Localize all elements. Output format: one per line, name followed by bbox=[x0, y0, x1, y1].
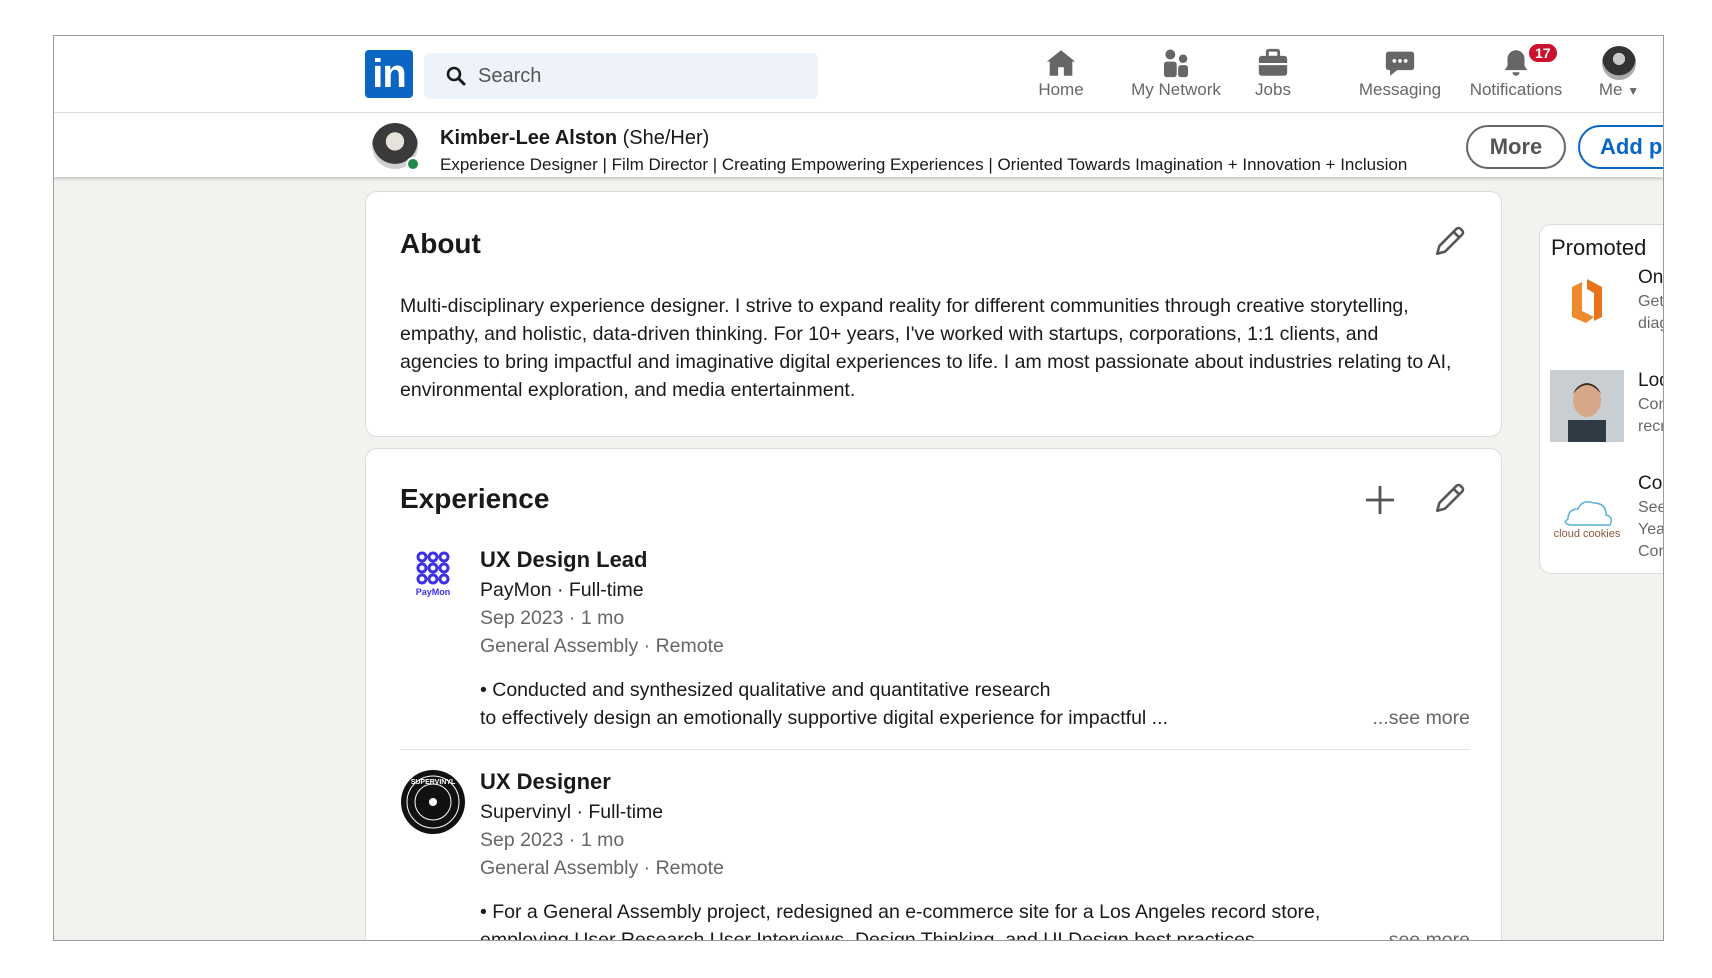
job-description-line-1: • For a General Assembly project, redesi… bbox=[480, 901, 1321, 923]
job-location: General Assembly · Remote bbox=[480, 857, 724, 879]
job-title[interactable]: UX Designer bbox=[480, 769, 611, 795]
job-location: General Assembly · Remote bbox=[480, 635, 724, 657]
nav-messaging-label: Messaging bbox=[1358, 80, 1442, 99]
cloud-cookies-logo-text: cloud cookies bbox=[1554, 528, 1621, 540]
search-bar[interactable] bbox=[424, 53, 818, 99]
pencil-icon[interactable] bbox=[1433, 481, 1467, 515]
nav-home-label: Home bbox=[1038, 80, 1084, 99]
people-icon bbox=[1163, 49, 1189, 78]
nav-notifications[interactable]: 17 Notifications bbox=[1464, 42, 1568, 106]
see-more-link[interactable]: ...see more bbox=[1372, 929, 1470, 940]
nav-jobs-label: Jobs bbox=[1255, 80, 1291, 99]
nav-messaging[interactable]: Messaging bbox=[1354, 46, 1446, 106]
about-title: About bbox=[400, 228, 481, 259]
promo-subtitle: See bbox=[1638, 499, 1664, 516]
add-icon[interactable] bbox=[1363, 483, 1397, 517]
paymon-logo-text: PayMon bbox=[416, 587, 451, 597]
linkedin-logo[interactable]: in bbox=[365, 50, 413, 98]
promoted-title: Promoted bbox=[1551, 235, 1647, 260]
job-description-line-1: • Conducted and synthesized qualitative … bbox=[480, 679, 1051, 701]
me-avatar bbox=[1602, 46, 1636, 80]
promo-title: Loo bbox=[1638, 370, 1663, 391]
job-description-line-2: employing User Research User Interviews,… bbox=[480, 929, 1277, 941]
pencil-icon[interactable] bbox=[1433, 224, 1467, 258]
promo-subtitle: Get bbox=[1638, 293, 1664, 310]
promo-title: Onl bbox=[1638, 267, 1664, 288]
notification-badge: 17 bbox=[1527, 42, 1559, 64]
profile-name: Kimber-Lee Alston bbox=[440, 127, 618, 149]
nav-my-network-label: My Network bbox=[1131, 80, 1221, 99]
chevron-down-icon: ▼ bbox=[1627, 84, 1640, 98]
supervinyl-logo-text: SUPERVINYL bbox=[411, 779, 456, 786]
supervinyl-logo: SUPERVINYL bbox=[400, 769, 466, 835]
cloud-cookies-logo: cloud cookies bbox=[1554, 501, 1621, 540]
search-input[interactable] bbox=[478, 53, 798, 99]
online-status-dot bbox=[406, 157, 420, 171]
browser-viewport: in Home My Network Jobs Messaging 17 Not… bbox=[53, 35, 1664, 941]
experience-title: Experience bbox=[400, 483, 550, 514]
more-button[interactable]: More bbox=[1466, 125, 1566, 169]
promo-person-photo bbox=[1550, 370, 1624, 442]
search-icon bbox=[446, 66, 466, 86]
add-profile-section-button[interactable]: Add profile section bbox=[1578, 125, 1663, 169]
experience-card: Experience PayMon UX Design Lead PayMon … bbox=[365, 448, 1502, 941]
job-description-line-2: to effectively design an emotionally sup… bbox=[480, 707, 1168, 729]
promo-subtitle: diag bbox=[1638, 315, 1663, 332]
promo-subtitle: recr bbox=[1638, 418, 1664, 435]
promo-logo-orange bbox=[1572, 279, 1602, 323]
top-nav: in Home My Network Jobs Messaging 17 Not… bbox=[54, 36, 1663, 113]
nav-me-label: Me bbox=[1598, 80, 1623, 99]
promo-subtitle: Con bbox=[1638, 396, 1663, 413]
chat-icon bbox=[1385, 51, 1415, 76]
job-dates: Sep 2023 · 1 mo bbox=[480, 829, 625, 851]
promoted-item[interactable]: Loo Con recr bbox=[1550, 370, 1664, 450]
promo-title: Cor bbox=[1638, 473, 1663, 494]
job-company: PayMon · Full-time bbox=[480, 579, 644, 601]
promoted-item[interactable]: cloud cookies Cor See Year Con bbox=[1550, 473, 1664, 573]
profile-sticky-bar: Kimber-Lee Alston (She/Her) Experience D… bbox=[54, 113, 1663, 177]
profile-pronouns: (She/Her) bbox=[622, 127, 710, 149]
briefcase-icon bbox=[1258, 48, 1288, 76]
promoted-item[interactable]: Onl Get diag bbox=[1550, 267, 1664, 347]
nav-my-network[interactable]: My Network bbox=[1124, 46, 1228, 106]
divider bbox=[400, 749, 1470, 750]
see-more-link[interactable]: ...see more bbox=[1372, 707, 1470, 730]
job-company: Supervinyl · Full-time bbox=[480, 801, 664, 823]
about-text: Multi-disciplinary experience designer. … bbox=[400, 295, 1452, 401]
nav-me[interactable]: Me ▼ bbox=[1594, 46, 1644, 106]
promo-subtitle: Year bbox=[1638, 521, 1663, 538]
nav-notifications-label: Notifications bbox=[1469, 80, 1563, 99]
job-dates: Sep 2023 · 1 mo bbox=[480, 607, 625, 629]
home-icon bbox=[1046, 50, 1076, 76]
promo-subtitle: Con bbox=[1638, 543, 1663, 560]
promoted-card: Promoted Onl Get diag Loo Con recr bbox=[1539, 224, 1664, 574]
nav-home[interactable]: Home bbox=[1026, 46, 1096, 106]
job-title[interactable]: UX Design Lead bbox=[480, 547, 647, 573]
about-card: About Multi-disciplinary experience desi… bbox=[365, 191, 1502, 437]
paymon-logo: PayMon bbox=[400, 547, 466, 613]
nav-jobs[interactable]: Jobs bbox=[1248, 46, 1298, 106]
profile-headline: Experience Designer | Film Director | Cr… bbox=[440, 155, 1408, 174]
